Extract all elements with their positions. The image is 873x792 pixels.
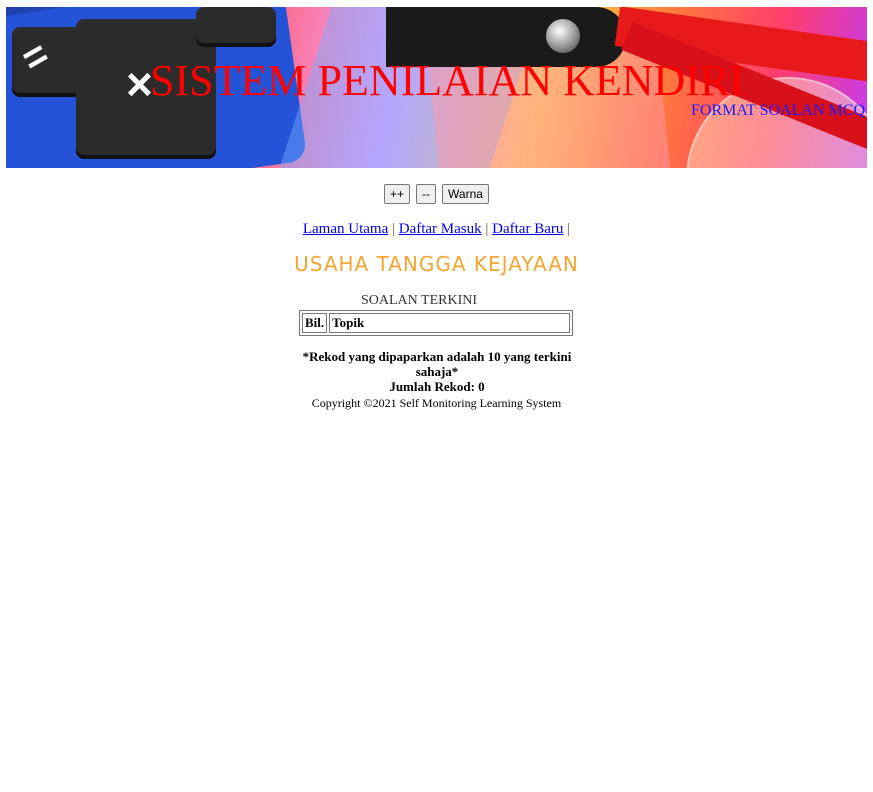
increase-font-button[interactable]: ++: [384, 184, 411, 204]
records-count: Jumlah Rekod: 0: [389, 379, 485, 394]
site-subtitle: FORMAT SOALAN MCQ: [691, 102, 865, 119]
nav-link-home[interactable]: Laman Utama: [303, 221, 388, 237]
column-header-number: Bil.: [302, 313, 328, 333]
records-note-text: *Rekod yang dipaparkan adalah 10 yang te…: [302, 349, 572, 379]
screw-icon: [546, 19, 580, 53]
nav-link-login[interactable]: Daftar Masuk: [399, 221, 482, 237]
table-caption: SOALAN TERKINI: [360, 293, 477, 308]
decrease-font-button[interactable]: --: [416, 184, 437, 204]
font-controls: ++ -- Warna: [0, 184, 873, 204]
calculator-key: [196, 7, 276, 47]
site-title: SISTEM PENILAIAN KENDIRI: [150, 56, 744, 105]
main-nav: Laman Utama | Daftar Masuk | Daftar Baru…: [0, 221, 873, 238]
nav-separator: |: [567, 221, 571, 237]
column-header-topic: Topik: [329, 313, 570, 333]
records-note: *Rekod yang dipaparkan adalah 10 yang te…: [297, 349, 577, 394]
page-heading: USAHA TANGGA KEJAYAAN: [294, 252, 579, 276]
nav-separator: |: [391, 221, 395, 237]
nav-separator: |: [485, 221, 489, 237]
multiply-icon: ×: [126, 58, 153, 110]
color-button[interactable]: Warna: [442, 184, 489, 204]
nav-link-register[interactable]: Daftar Baru: [492, 221, 563, 237]
footer-copyright: Copyright ©2021 Self Monitoring Learning…: [311, 396, 562, 410]
table-header-row: Bil. Topik: [302, 313, 570, 333]
header-banner: = × SISTEM PENILAIAN KENDIRI FORMAT SOAL…: [6, 7, 867, 168]
questions-table: Bil. Topik: [299, 310, 573, 336]
